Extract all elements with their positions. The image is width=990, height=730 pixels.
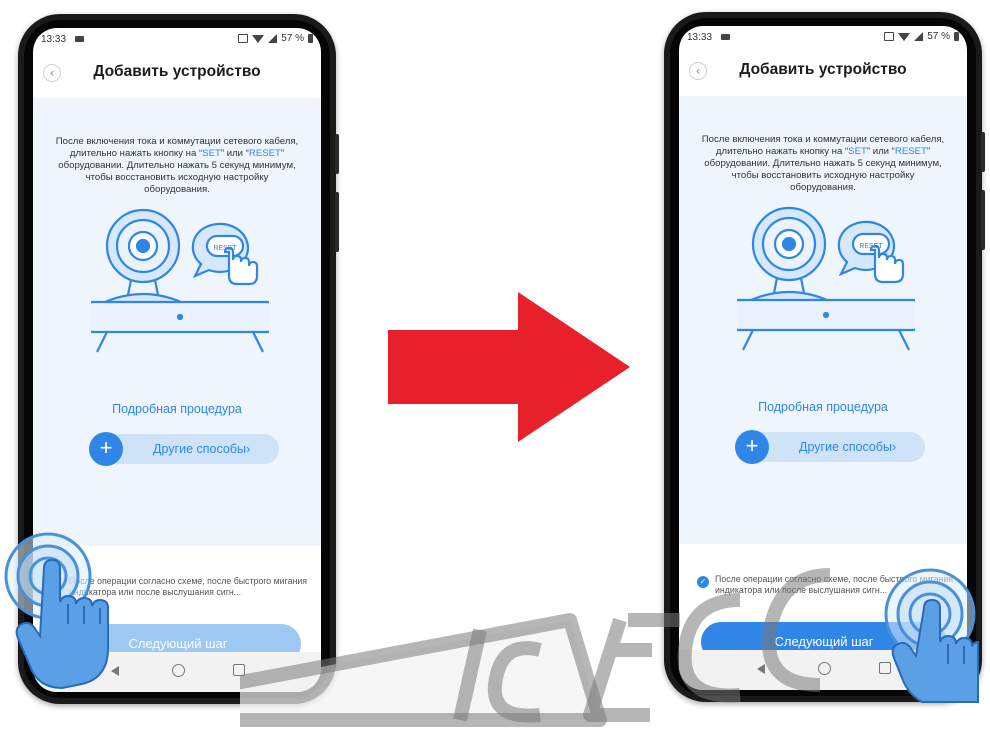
reset-label: RESET xyxy=(859,243,883,250)
instruction-panel: После включения тока и коммутации сетево… xyxy=(33,98,321,546)
nav-home-icon[interactable] xyxy=(172,664,185,677)
plus-icon[interactable]: + xyxy=(89,432,123,466)
nav-recent-icon[interactable] xyxy=(233,664,245,676)
status-bar: 13:33 57 % xyxy=(679,26,967,50)
camera-icon xyxy=(721,34,730,40)
agreement-checkbox[interactable]: ✓ xyxy=(697,576,709,588)
status-time: 13:33 xyxy=(687,32,713,43)
status-time: 13:33 xyxy=(41,34,67,45)
device-reset-illustration: RESET xyxy=(731,204,921,354)
nav-home-icon[interactable] xyxy=(818,662,831,675)
camera-icon xyxy=(75,36,84,42)
chevron-right-icon: › xyxy=(245,442,251,456)
instruction-text: После включения тока и коммутации сетево… xyxy=(701,134,945,193)
nfc-icon xyxy=(884,32,895,41)
tutorial-scene: 13:33 57 % ‹ Добавить устройство После в… xyxy=(0,0,990,727)
status-bar: 13:33 57 % xyxy=(33,28,321,52)
app-header: ‹ Добавить устройство xyxy=(33,54,321,94)
nfc-icon xyxy=(238,34,249,43)
page-title: Добавить устройство xyxy=(93,63,261,80)
other-methods-button[interactable]: + Другие способы› xyxy=(89,432,279,466)
nav-back-icon[interactable] xyxy=(757,664,765,674)
wifi-icon xyxy=(898,32,911,41)
signal-icon xyxy=(268,34,278,43)
tap-hand-icon xyxy=(4,532,109,690)
signal-icon xyxy=(914,32,924,41)
wifi-icon xyxy=(252,34,265,43)
battery-text: 57 % xyxy=(281,33,304,44)
tap-hand-icon xyxy=(884,568,979,703)
other-methods-button[interactable]: + Другие способы› xyxy=(735,430,925,464)
chevron-right-icon: › xyxy=(891,440,897,454)
reset-label: RESET xyxy=(213,245,237,252)
other-methods-label: Другие способы xyxy=(799,440,892,454)
instruction-panel: После включения тока и коммутации сетево… xyxy=(679,96,967,544)
page-title: Добавить устройство xyxy=(739,61,907,78)
battery-icon xyxy=(308,34,313,43)
detailed-procedure-link[interactable]: Подробная процедура xyxy=(679,400,967,414)
battery-text: 57 % xyxy=(927,31,950,42)
right-arrow-icon xyxy=(388,292,630,442)
other-methods-label: Другие способы xyxy=(153,442,246,456)
detailed-procedure-link[interactable]: Подробная процедура xyxy=(33,402,321,416)
app-header: ‹ Добавить устройство xyxy=(679,52,967,92)
plus-icon[interactable]: + xyxy=(735,430,769,464)
instruction-text: После включения тока и коммутации сетево… xyxy=(55,136,299,195)
device-reset-illustration: RESET xyxy=(85,206,275,356)
battery-icon xyxy=(954,32,959,41)
